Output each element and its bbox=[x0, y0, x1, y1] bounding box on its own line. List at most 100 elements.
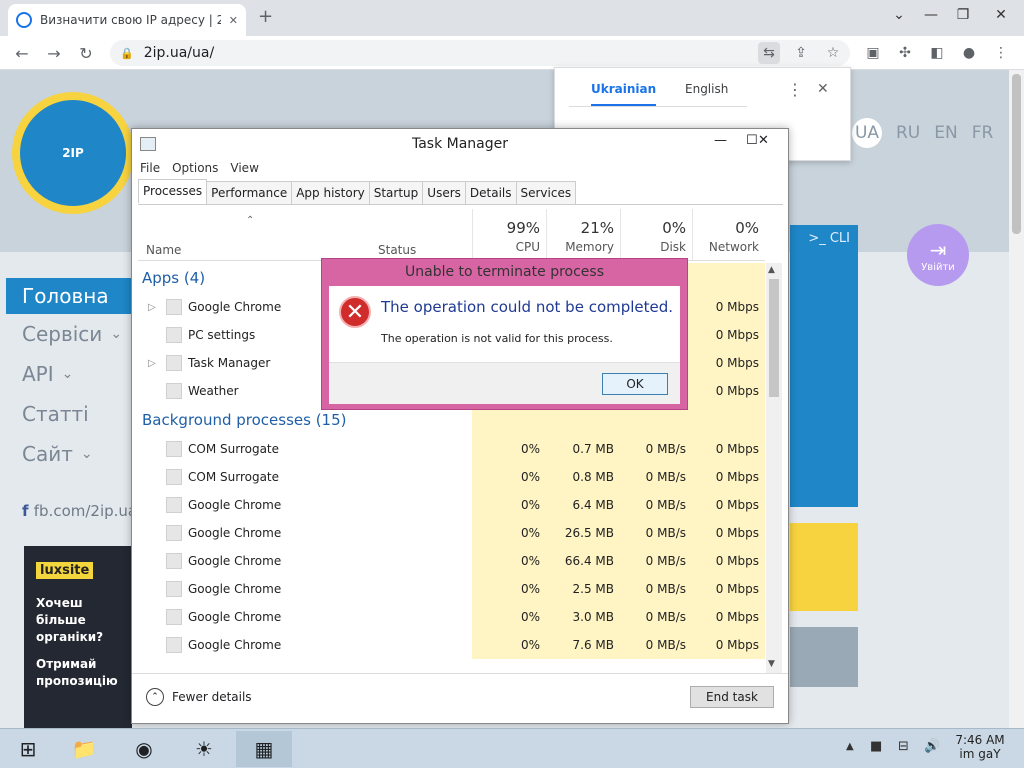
col-network[interactable]: 0% Network bbox=[692, 209, 765, 261]
translate-tab-ukrainian[interactable]: Ukrainian bbox=[591, 82, 657, 106]
scrollbar-thumb[interactable] bbox=[1012, 74, 1021, 234]
tab-startup[interactable]: Startup bbox=[368, 181, 424, 204]
url-text: 2ip.ua/ua/ bbox=[143, 45, 215, 61]
tab-processes[interactable]: Processes bbox=[138, 179, 208, 203]
col-status[interactable]: Status bbox=[378, 243, 416, 257]
tab-performance[interactable]: Performance bbox=[206, 181, 293, 204]
translate-icon[interactable]: ⇆ bbox=[758, 42, 780, 64]
process-row[interactable]: Google Chrome 0% 3.0 MB 0 MB/s 0 Mbps bbox=[138, 603, 765, 631]
tab-app-history[interactable]: App history bbox=[291, 181, 370, 204]
share-icon[interactable]: ⇪ bbox=[790, 42, 812, 64]
process-row[interactable]: COM Surrogate 0% 0.7 MB 0 MB/s 0 Mbps bbox=[138, 435, 765, 463]
action-center-icon[interactable]: ■ bbox=[870, 739, 882, 754]
process-icon bbox=[166, 469, 182, 485]
process-net: 0 Mbps bbox=[692, 491, 765, 519]
process-row[interactable]: COM Surrogate 0% 0.8 MB 0 MB/s 0 Mbps bbox=[138, 463, 765, 491]
error-dialog: Unable to terminate process ✕ The operat… bbox=[321, 258, 688, 410]
forward-button[interactable]: → bbox=[42, 42, 66, 64]
profile-avatar-icon[interactable]: ● bbox=[958, 42, 980, 64]
col-name[interactable]: Name bbox=[146, 243, 181, 257]
address-bar[interactable]: 🔒 2ip.ua/ua/ bbox=[110, 40, 850, 66]
lang-fr[interactable]: FR bbox=[972, 118, 994, 148]
nav-item-home[interactable]: Головна bbox=[6, 278, 132, 314]
col-cpu[interactable]: 99% CPU bbox=[472, 209, 546, 261]
translate-options-icon[interactable]: ⋮ bbox=[787, 80, 803, 99]
side-panel-icon[interactable]: ◧ bbox=[926, 42, 948, 64]
file-explorer-icon[interactable]: 📁 bbox=[56, 731, 112, 767]
lang-ru[interactable]: RU bbox=[896, 118, 920, 148]
ad-brand: luxsite bbox=[36, 562, 94, 579]
lang-ua[interactable]: UA bbox=[852, 118, 882, 148]
process-icon bbox=[166, 441, 182, 457]
fewer-details-link[interactable]: Fewer details bbox=[172, 690, 252, 704]
show-hidden-icons-icon[interactable]: ▲ bbox=[846, 741, 854, 752]
site-logo[interactable]: 2IP bbox=[12, 92, 134, 214]
task-manager-taskbar-icon[interactable]: ▦ bbox=[236, 731, 292, 767]
scrollbar-thumb[interactable] bbox=[769, 279, 779, 397]
weather-taskbar-icon[interactable]: ☀ bbox=[176, 731, 232, 767]
tab-services[interactable]: Services bbox=[515, 181, 577, 204]
close-window-button[interactable]: ✕ bbox=[984, 0, 1018, 30]
page-scrollbar[interactable] bbox=[1009, 70, 1024, 728]
ad-banner[interactable]: luxsite Хочеш більше органіки? Отримай п… bbox=[24, 546, 132, 728]
site-nav: Головна Сервіси ⌄ API ⌄ Статті Сайт ⌄ bbox=[0, 278, 132, 474]
start-button-icon[interactable]: ⊞ bbox=[0, 731, 56, 767]
tm-close-button[interactable]: ✕ bbox=[758, 133, 769, 148]
menu-view[interactable]: View bbox=[230, 161, 258, 175]
tm-maximize-button[interactable]: ☐ bbox=[746, 133, 758, 148]
process-row[interactable]: Google Chrome 0% 2.5 MB 0 MB/s 0 Mbps bbox=[138, 575, 765, 603]
tab-search-icon[interactable]: ⌄ bbox=[882, 0, 916, 30]
expand-chevron-icon[interactable]: ▷ bbox=[148, 302, 156, 313]
network-icon[interactable]: ⊟ bbox=[898, 739, 909, 754]
process-scrollbar[interactable]: ▲ ▼ bbox=[766, 263, 782, 673]
translate-close-icon[interactable]: ✕ bbox=[817, 81, 829, 97]
nav-item-site[interactable]: Сайт ⌄ bbox=[0, 434, 132, 474]
ok-button[interactable]: OK bbox=[602, 373, 668, 395]
clock[interactable]: 7:46 AM im gaY bbox=[948, 733, 1012, 761]
menu-file[interactable]: File bbox=[140, 161, 160, 175]
browser-tab[interactable]: Визначити свою IP адресу | 2IP.ua ✕ bbox=[8, 4, 246, 36]
process-row[interactable]: Google Chrome 0% 7.6 MB 0 MB/s 0 Mbps bbox=[138, 631, 765, 659]
end-task-button[interactable]: End task bbox=[690, 686, 774, 708]
process-row[interactable]: Google Chrome 0% 6.4 MB 0 MB/s 0 Mbps bbox=[138, 491, 765, 519]
nav-item-services[interactable]: Сервіси ⌄ bbox=[0, 314, 132, 354]
ad-text-1: Хочеш більше органіки? bbox=[36, 596, 104, 644]
collapse-up-icon[interactable]: ⌃ bbox=[146, 688, 164, 706]
scroll-down-icon[interactable]: ▼ bbox=[768, 659, 775, 669]
process-mem: 7.6 MB bbox=[546, 631, 620, 659]
lang-en[interactable]: EN bbox=[934, 118, 957, 148]
maximize-button[interactable]: ❐ bbox=[946, 0, 980, 30]
expand-chevron-icon[interactable]: ▷ bbox=[148, 358, 156, 369]
chrome-taskbar-icon[interactable]: ◉ bbox=[116, 731, 172, 767]
extension-icon[interactable]: ▣ bbox=[862, 42, 884, 64]
cli-label: >_ CLI bbox=[808, 231, 850, 246]
new-tab-button[interactable]: + bbox=[258, 6, 273, 27]
login-button[interactable]: ⇥ Увійти bbox=[907, 224, 969, 286]
process-name: Weather bbox=[188, 384, 239, 398]
error-dialog-body: ✕ The operation could not be completed. … bbox=[329, 286, 680, 404]
process-net: 0 Mbps bbox=[692, 519, 765, 547]
close-tab-icon[interactable]: ✕ bbox=[229, 14, 238, 27]
extensions-puzzle-icon[interactable]: ✣ bbox=[894, 42, 916, 64]
bookmark-star-icon[interactable]: ☆ bbox=[822, 42, 844, 64]
tab-details[interactable]: Details bbox=[464, 181, 517, 204]
menu-options[interactable]: Options bbox=[172, 161, 218, 175]
tm-minimize-button[interactable]: — bbox=[714, 133, 727, 148]
volume-icon[interactable]: 🔊 bbox=[924, 739, 940, 754]
tab-users[interactable]: Users bbox=[422, 181, 466, 204]
chrome-menu-icon[interactable]: ⋮ bbox=[990, 42, 1012, 64]
process-name: COM Surrogate bbox=[188, 470, 280, 484]
scroll-up-icon[interactable]: ▲ bbox=[768, 265, 775, 275]
nav-item-api[interactable]: API ⌄ bbox=[0, 354, 132, 394]
process-name: Google Chrome bbox=[188, 554, 282, 568]
translate-tab-english[interactable]: English bbox=[685, 82, 728, 96]
reload-button[interactable]: ↻ bbox=[74, 42, 98, 64]
nav-item-articles[interactable]: Статті bbox=[0, 394, 132, 434]
process-row[interactable]: Google Chrome 0% 26.5 MB 0 MB/s 0 Mbps bbox=[138, 519, 765, 547]
back-button[interactable]: ← bbox=[10, 42, 34, 64]
col-memory[interactable]: 21% Memory bbox=[546, 209, 620, 261]
minimize-button[interactable]: — bbox=[914, 0, 948, 30]
col-disk[interactable]: 0% Disk bbox=[620, 209, 692, 261]
process-row[interactable]: Google Chrome 0% 66.4 MB 0 MB/s 0 Mbps bbox=[138, 547, 765, 575]
facebook-link[interactable]: f fb.com/2ip.ua bbox=[22, 502, 137, 520]
